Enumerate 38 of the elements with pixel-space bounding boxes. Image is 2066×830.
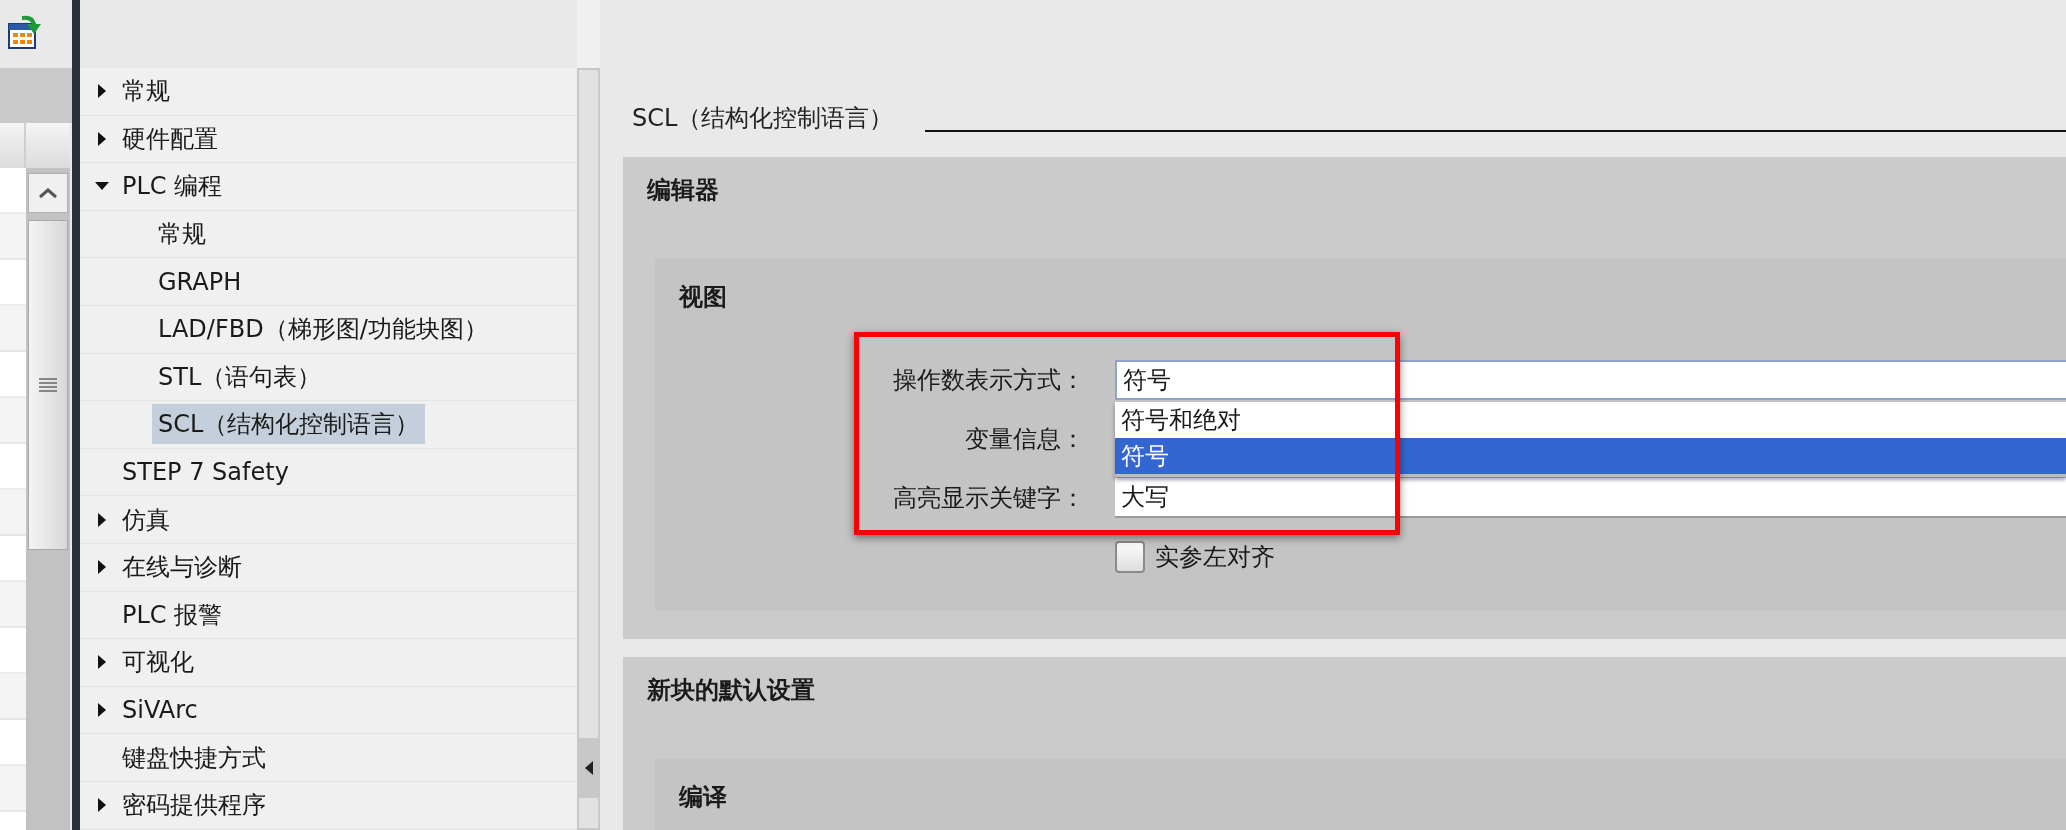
- tree-item[interactable]: 可视化: [116, 642, 200, 683]
- tree-item[interactable]: STL（语句表）: [152, 356, 328, 397]
- scroll-up-button[interactable]: [28, 173, 68, 213]
- scrollbar[interactable]: [577, 68, 600, 830]
- tree-item[interactable]: 键盘快捷方式: [116, 737, 272, 778]
- tree-item[interactable]: SiVArc: [116, 692, 204, 728]
- caret-up-icon: [38, 187, 58, 199]
- group-heading: 视图: [679, 282, 727, 313]
- section-heading: 编辑器: [647, 175, 719, 206]
- group-heading: 编译: [679, 782, 727, 813]
- tree-item[interactable]: 密码提供程序: [116, 785, 272, 826]
- panel-header: [0, 68, 72, 123]
- tree-item[interactable]: SCL（结构化控制语言）: [152, 404, 426, 445]
- field-label: 操作数表示方式：: [892, 365, 1085, 396]
- field-label: 变量信息：: [964, 424, 1085, 455]
- tree-item[interactable]: STEP 7 Safety: [116, 454, 295, 491]
- dropdown-option[interactable]: 符号: [1115, 438, 2066, 474]
- grip-icon: [39, 378, 57, 392]
- dropdown-field[interactable]: 符号: [1115, 360, 2066, 400]
- tree-item[interactable]: 常规: [152, 214, 212, 255]
- tree-item[interactable]: PLC 报警: [116, 594, 229, 635]
- tree-item[interactable]: 在线与诊断: [116, 547, 248, 588]
- tree-item[interactable]: PLC 编程: [116, 166, 229, 207]
- tree-item[interactable]: 硬件配置: [116, 118, 224, 159]
- page-title: SCL（结构化控制语言）: [632, 103, 894, 134]
- section-heading: 新块的默认设置: [647, 675, 815, 706]
- checkbox[interactable]: [1115, 541, 1145, 573]
- scrollbar[interactable]: [26, 168, 70, 830]
- checkbox-label: 实参左对齐: [1155, 542, 1275, 573]
- tree-item[interactable]: GRAPH: [152, 263, 248, 300]
- scrollbar-thumb[interactable]: [28, 220, 68, 550]
- field-label: 高亮显示关键字：: [892, 483, 1085, 514]
- tree-item[interactable]: LAD/FBD（梯形图/功能块图）: [152, 309, 494, 350]
- dropdown-option[interactable]: 符号和绝对: [1115, 402, 2066, 438]
- tree-item[interactable]: 仿真: [116, 499, 176, 540]
- dropdown-field[interactable]: 大写: [1115, 478, 2066, 518]
- tree-item[interactable]: 常规: [116, 71, 176, 112]
- caret-left-icon[interactable]: [583, 761, 594, 775]
